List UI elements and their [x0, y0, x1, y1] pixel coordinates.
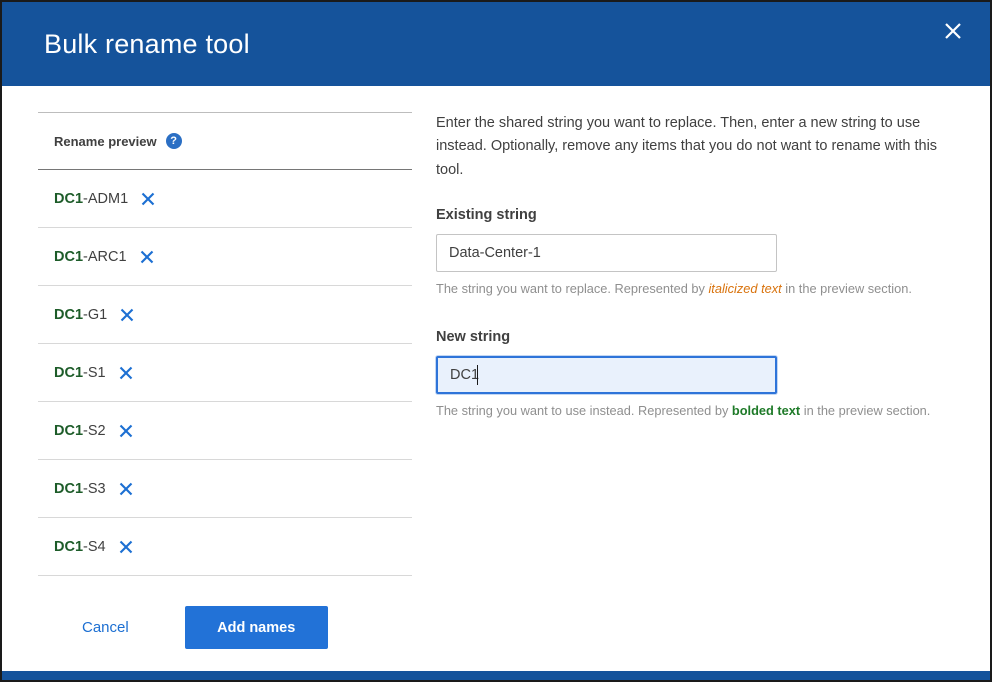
item-new-string-part: DC1 [54, 191, 83, 207]
remove-item-button[interactable] [118, 306, 136, 324]
rename-preview-row: DC1-S2 [38, 402, 412, 460]
remove-x-icon [120, 308, 134, 322]
intro-text: Enter the shared string you want to repl… [436, 112, 942, 182]
new-string-help: The string you want to use instead. Repr… [436, 403, 954, 418]
item-name: DC1-G1 [54, 307, 107, 323]
bolded-text-sample: bolded text [732, 403, 800, 418]
bulk-rename-dialog: Bulk rename tool Rename preview ? DC1-AD… [0, 0, 992, 682]
rename-preview-row: DC1-S1 [38, 344, 412, 402]
item-new-string-part: DC1 [54, 423, 83, 439]
item-new-string-part: DC1 [54, 249, 83, 265]
rename-preview-title: Rename preview [54, 134, 157, 149]
item-rest-part: -S4 [83, 539, 106, 555]
item-rest-part: -G1 [83, 307, 107, 323]
remove-item-button[interactable] [117, 422, 135, 440]
existing-string-input[interactable] [436, 234, 777, 272]
item-new-string-part: DC1 [54, 365, 83, 381]
rename-preview-row: DC1-S4 [38, 518, 412, 576]
close-button[interactable] [940, 18, 966, 44]
new-help-suffix: in the preview section. [800, 403, 930, 418]
item-new-string-part: DC1 [54, 481, 83, 497]
dialog-actions: Cancel Add names [38, 606, 412, 649]
close-icon [944, 22, 962, 40]
remove-x-icon [119, 540, 133, 554]
cancel-button[interactable]: Cancel [82, 619, 129, 636]
rename-preview-header: Rename preview ? [38, 113, 412, 170]
remove-x-icon [119, 482, 133, 496]
dialog-title: Bulk rename tool [44, 29, 250, 60]
existing-string-help: The string you want to replace. Represen… [436, 281, 954, 296]
item-rest-part: -ARC1 [83, 249, 127, 265]
item-name: DC1-ADM1 [54, 191, 128, 207]
item-name: DC1-ARC1 [54, 249, 127, 265]
item-name: DC1-S4 [54, 539, 106, 555]
item-name: DC1-S3 [54, 481, 106, 497]
remove-x-icon [140, 250, 154, 264]
remove-item-button[interactable] [117, 538, 135, 556]
rename-preview-row: DC1-S3 [38, 460, 412, 518]
item-rest-part: -S3 [83, 481, 106, 497]
italicized-text-sample: italicized text [708, 281, 781, 296]
dialog-header: Bulk rename tool [2, 2, 990, 86]
new-string-input[interactable] [436, 356, 777, 394]
existing-help-suffix: in the preview section. [782, 281, 912, 296]
remove-item-button[interactable] [117, 364, 135, 382]
remove-x-icon [141, 192, 155, 206]
remove-x-icon [119, 366, 133, 380]
help-icon[interactable]: ? [166, 133, 182, 149]
item-rest-part: -S1 [83, 365, 106, 381]
rename-preview-list: DC1-ADM1 DC1-ARC1 DC1-G1 DC1-S1 [38, 170, 412, 576]
rename-preview-row: DC1-ARC1 [38, 228, 412, 286]
item-new-string-part: DC1 [54, 539, 83, 555]
item-new-string-part: DC1 [54, 307, 83, 323]
dialog-body: Rename preview ? DC1-ADM1 DC1-ARC1 DC1-G… [2, 86, 990, 671]
item-name: DC1-S2 [54, 423, 106, 439]
remove-item-button[interactable] [139, 190, 157, 208]
text-caret [477, 365, 478, 385]
remove-item-button[interactable] [138, 248, 156, 266]
rename-preview-row: DC1-ADM1 [38, 170, 412, 228]
footer-strip [2, 671, 990, 680]
new-string-label: New string [436, 329, 954, 345]
add-names-button[interactable]: Add names [185, 606, 328, 649]
left-column: Rename preview ? DC1-ADM1 DC1-ARC1 DC1-G… [38, 112, 412, 671]
item-name: DC1-S1 [54, 365, 106, 381]
new-help-prefix: The string you want to use instead. Repr… [436, 403, 732, 418]
rename-preview-panel: Rename preview ? DC1-ADM1 DC1-ARC1 DC1-G… [38, 112, 412, 576]
remove-item-button[interactable] [117, 480, 135, 498]
existing-string-label: Existing string [436, 207, 954, 223]
new-string-input-wrap [436, 356, 777, 394]
item-rest-part: -ADM1 [83, 191, 128, 207]
remove-x-icon [119, 424, 133, 438]
form-column: Enter the shared string you want to repl… [436, 112, 954, 671]
rename-preview-row: DC1-G1 [38, 286, 412, 344]
existing-help-prefix: The string you want to replace. Represen… [436, 281, 708, 296]
item-rest-part: -S2 [83, 423, 106, 439]
